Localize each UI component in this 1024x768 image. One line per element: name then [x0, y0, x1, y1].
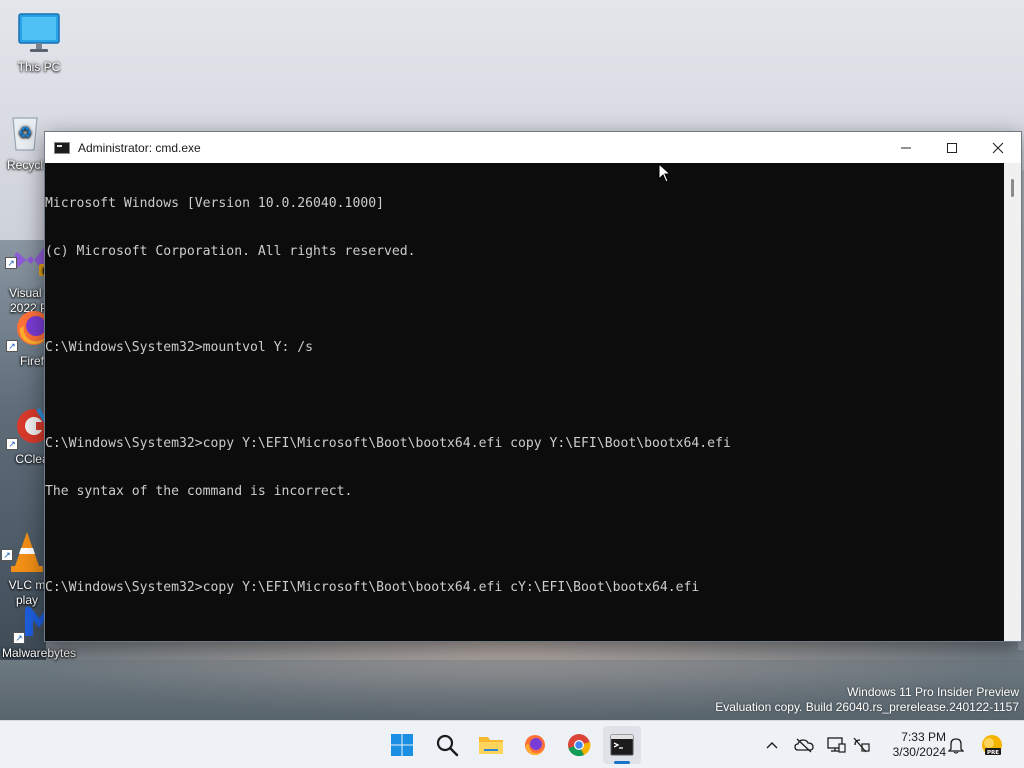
vlc-cone-icon: ↗: [1, 515, 49, 572]
clock-date: 3/30/2024: [892, 745, 946, 759]
console-line: Microsoft Windows [Version 10.0.26040.10…: [45, 196, 384, 211]
shortcut-arrow-icon: ↗: [6, 438, 18, 450]
mouse-pointer-icon: [658, 162, 672, 188]
evaluation-watermark: Windows 11 Pro Insider Preview Evaluatio…: [715, 685, 1019, 715]
notification-bell-icon: [948, 738, 964, 754]
shortcut-arrow-icon: ↗: [13, 632, 25, 644]
network-tray-button[interactable]: [852, 735, 872, 755]
start-icon: [391, 734, 413, 756]
console-output[interactable]: Microsoft Windows [Version 10.0.26040.10…: [45, 163, 1005, 641]
file-explorer-icon: [479, 737, 503, 754]
onedrive-icon: [794, 738, 814, 753]
show-hidden-icons-button[interactable]: [762, 735, 782, 755]
window-titlebar[interactable]: Administrator: cmd.exe: [45, 132, 1021, 163]
shortcut-arrow-icon: ↗: [5, 257, 17, 269]
watermark-edition: Windows 11 Pro Insider Preview: [847, 685, 1019, 699]
console-line: (c) Microsoft Corporation. All rights re…: [45, 244, 416, 259]
firefox-taskbar-button[interactable]: [518, 729, 552, 761]
minimize-button[interactable]: [883, 132, 929, 163]
copilot-button[interactable]: PRE: [980, 733, 1004, 757]
display-icon: [827, 737, 846, 753]
terminal-icon: [610, 734, 634, 756]
maximize-icon: [947, 142, 957, 153]
start-button[interactable]: [385, 729, 419, 761]
firefox-icon: [525, 735, 545, 756]
notifications-button[interactable]: [946, 735, 966, 755]
console-input-line[interactable]: C:\Windows\System32>copy Y:\EFI\Microsof…: [45, 580, 1005, 596]
cmd-app-icon: [54, 141, 70, 154]
desktop-icon-this-pc[interactable]: This PC: [0, 12, 78, 75]
svg-text:PRE: PRE: [987, 750, 999, 756]
search-icon: [436, 734, 459, 757]
display-tray-button[interactable]: [826, 735, 846, 755]
watermark-build: Evaluation copy. Build 26040.rs_prerelea…: [715, 700, 1019, 714]
monitor-icon: [17, 12, 61, 56]
network-icon: [853, 737, 870, 753]
console-line: The syntax of the command is incorrect.: [45, 484, 353, 499]
window-controls: [883, 132, 1021, 163]
close-icon: [992, 142, 1004, 153]
svg-text:♻: ♻: [18, 123, 32, 142]
file-explorer-button[interactable]: [474, 729, 508, 761]
cmd-window[interactable]: Administrator: cmd.exe Microsoft Windows…: [44, 131, 1022, 642]
recycle-bin-icon: ♻: [3, 110, 47, 154]
chrome-taskbar-button[interactable]: [562, 729, 596, 761]
onedrive-tray-button[interactable]: [794, 735, 814, 755]
copilot-pre-icon: PRE: [982, 735, 1002, 756]
terminal-taskbar-button[interactable]: [605, 729, 639, 761]
scrollbar-thumb[interactable]: [1011, 179, 1014, 197]
window-title: Administrator: cmd.exe: [78, 140, 201, 155]
active-app-indicator: [614, 761, 630, 764]
chrome-icon: [568, 734, 591, 757]
close-button[interactable]: [975, 132, 1021, 163]
chevron-up-icon: [766, 742, 778, 749]
shortcut-arrow-icon: ↗: [1, 549, 13, 561]
taskbar-clock[interactable]: 7:33 PM 3/30/2024: [880, 730, 946, 760]
shortcut-arrow-icon: ↗: [6, 340, 18, 352]
console-line: C:\Windows\System32>copy Y:\EFI\Microsof…: [45, 436, 731, 451]
clock-time: 7:33 PM: [901, 730, 946, 744]
maximize-button[interactable]: [929, 132, 975, 163]
minimize-icon: [901, 147, 911, 148]
search-button[interactable]: [430, 729, 464, 761]
vertical-scrollbar[interactable]: [1004, 163, 1021, 641]
console-line: C:\Windows\System32>mountvol Y: /s: [45, 340, 314, 355]
taskbar: 7:33 PM 3/30/2024 PRE: [0, 720, 1024, 768]
